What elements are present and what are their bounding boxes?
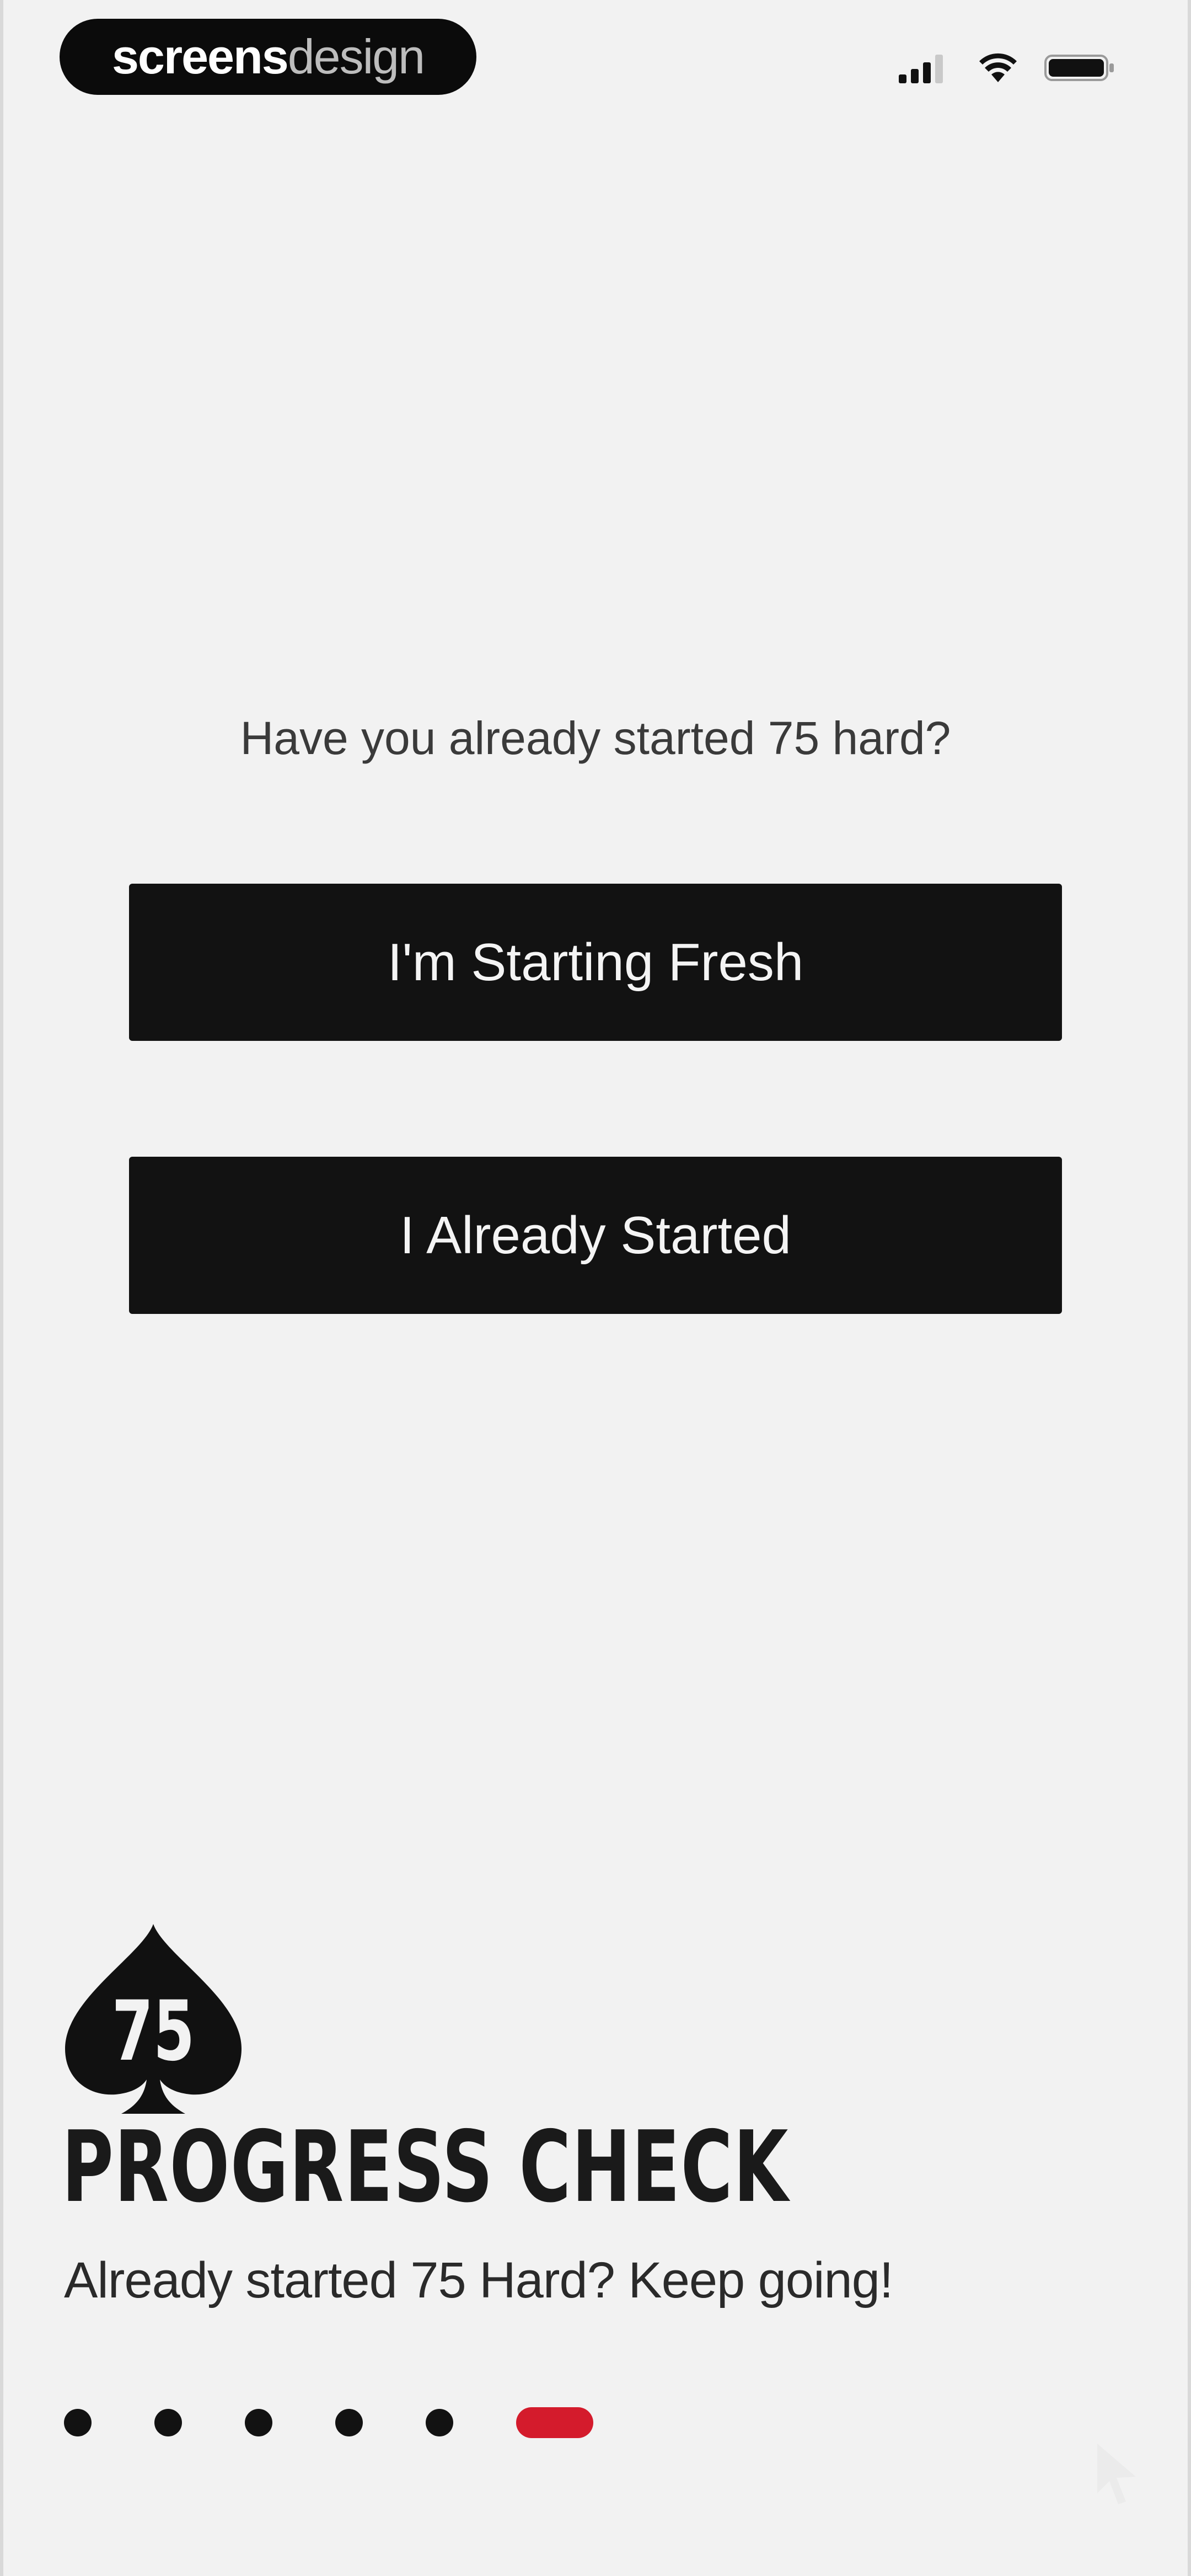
progress-check-subtitle: Already started 75 Hard? Keep going! <box>64 2252 893 2308</box>
starting-fresh-button[interactable]: I'm Starting Fresh <box>129 884 1062 1041</box>
page-dot-3[interactable] <box>245 2409 272 2436</box>
spade-75-logo: 75 <box>65 1924 242 2114</box>
already-started-label: I Already Started <box>400 1205 791 1265</box>
screensdesign-badge: screens design <box>60 19 476 95</box>
page-dot-2[interactable] <box>154 2409 182 2436</box>
status-icons <box>899 49 1116 87</box>
page-indicator <box>64 2405 593 2440</box>
page-dot-1[interactable] <box>64 2409 92 2436</box>
onboarding-screen: screens design Have you already started 7… <box>0 0 1191 2576</box>
spade-number: 75 <box>112 1983 195 2079</box>
battery-icon <box>1044 55 1114 81</box>
brand-light-text: design <box>287 29 425 84</box>
watermark-icon <box>1097 2444 1136 2504</box>
start-question: Have you already started 75 hard? <box>240 712 951 764</box>
page-dot-6-active[interactable] <box>516 2407 593 2438</box>
signal-icon <box>899 55 943 83</box>
page-dot-4[interactable] <box>335 2409 363 2436</box>
starting-fresh-label: I'm Starting Fresh <box>387 932 804 992</box>
progress-check-title: PROGRESS CHECK <box>62 2110 789 2224</box>
already-started-button[interactable]: I Already Started <box>129 1157 1062 1314</box>
brand-bold-text: screens <box>111 29 289 84</box>
wifi-icon <box>979 53 1017 82</box>
page-dot-5[interactable] <box>426 2409 453 2436</box>
